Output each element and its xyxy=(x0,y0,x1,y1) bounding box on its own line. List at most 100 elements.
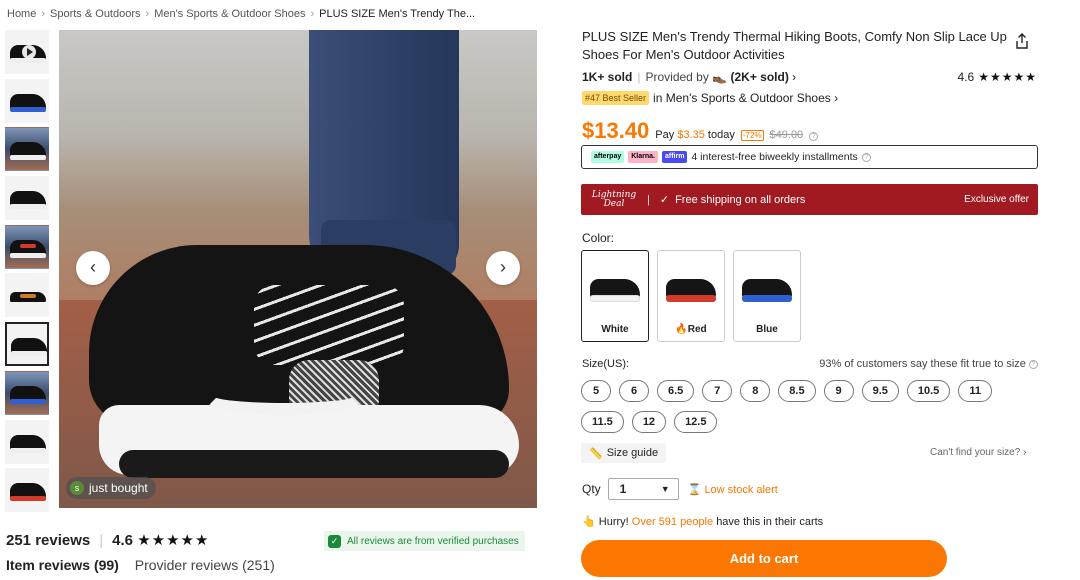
affirm-logo: affirm xyxy=(661,151,688,163)
color-option-white[interactable]: White xyxy=(581,250,649,342)
color-option-blue[interactable]: Blue xyxy=(733,250,801,342)
info-icon[interactable]: ? xyxy=(809,132,819,141)
size-guide-label: Size guide xyxy=(606,447,659,459)
size-guide-button[interactable]: 📏 Size guide xyxy=(581,443,667,463)
verified-text: All reviews are from verified purchases xyxy=(347,535,519,547)
buyer-avatar: s xyxy=(70,481,84,495)
flame-icon: 🔥 xyxy=(675,324,688,335)
size-option[interactable]: 11.5 xyxy=(581,411,624,433)
exclusive-offer-label: Exclusive offer xyxy=(964,194,1029,205)
just-bought-badge: s just bought xyxy=(66,477,156,499)
product-rating-value: 4.6 xyxy=(957,70,975,84)
breadcrumb: Home › Sports & Outdoors › Men's Sports & Ou… xyxy=(7,8,475,20)
next-image-button[interactable]: › xyxy=(486,251,520,285)
thumbnail[interactable] xyxy=(5,273,49,318)
klarna-logo: Klarna. xyxy=(628,151,658,163)
main-product-image[interactable] xyxy=(59,30,537,508)
lightning-deal-banner: Lightning Deal | ✓ Free shipping on all … xyxy=(581,184,1038,215)
installments-banner[interactable]: afterpay Klarna. affirm 4 interest-free … xyxy=(581,145,1038,169)
reviews-rating: 4.6 xyxy=(112,531,134,549)
shield-check-icon: ✓ xyxy=(328,534,341,548)
star-rating-icon: ★★★★★ xyxy=(137,532,210,549)
thumbnail[interactable] xyxy=(5,78,49,123)
thumbnail[interactable] xyxy=(5,419,49,464)
size-label: Size(US): xyxy=(582,358,630,370)
size-option[interactable]: 5 xyxy=(581,380,611,402)
ruler-icon: 📏 xyxy=(589,447,603,460)
tab-item-reviews[interactable]: Item reviews (99) xyxy=(6,557,119,573)
fit-note: 93% of customers say these fit true to s… xyxy=(819,358,1038,370)
thumbnail[interactable] xyxy=(5,224,49,269)
sold-provider-row: 1K+ sold | Provided by 👞 (2K+ sold) › 4.… xyxy=(582,70,1037,84)
sold-count: 1K+ sold xyxy=(582,70,633,84)
best-seller-category: in Men's Sports & Outdoor Shoes › xyxy=(653,91,839,105)
breadcrumb-home[interactable]: Home xyxy=(7,8,36,20)
breadcrumb-category[interactable]: Sports & Outdoors xyxy=(50,8,141,20)
size-option[interactable]: 8 xyxy=(740,380,771,402)
info-icon[interactable]: ? xyxy=(1029,359,1038,369)
star-rating-icon: ★★★★★ xyxy=(978,70,1037,84)
size-option[interactable]: 9 xyxy=(823,380,854,402)
qty-label: Qty xyxy=(582,482,601,496)
product-title: PLUS SIZE Men's Trendy Thermal Hiking Bo… xyxy=(582,29,1007,62)
quantity-row: Qty 1 ▼ ⌛ Low stock alert xyxy=(582,478,778,500)
hurry-notice: 👆 Hurry! Over 591 people have this in th… xyxy=(582,516,824,528)
thumbnail[interactable] xyxy=(5,176,49,221)
provided-by-label: Provided by xyxy=(645,70,709,84)
add-to-cart-button[interactable]: Add to cart xyxy=(581,540,947,577)
color-option-red[interactable]: 🔥Red xyxy=(657,250,725,342)
original-price: $49.00 xyxy=(769,129,804,141)
hand-icon: 👆 xyxy=(582,516,596,528)
chevron-down-icon: ▼ xyxy=(660,484,670,494)
free-shipping-text: Free shipping on all orders xyxy=(675,193,806,206)
size-header: Size(US): 93% of customers say these fit… xyxy=(582,358,1038,370)
size-option[interactable]: 6 xyxy=(619,380,649,402)
size-option[interactable]: 7 xyxy=(702,380,733,402)
cant-find-size-link[interactable]: Can't find your size? › xyxy=(930,447,1026,458)
size-options: 5 6 6.5 7 8 8.5 9 9.5 10.5 11 11.5 12 12… xyxy=(581,380,1041,433)
lightning-deal-logo: Lightning Deal xyxy=(591,189,637,209)
breadcrumb-current: PLUS SIZE Men's Trendy The... xyxy=(319,8,476,20)
best-seller-badge: #47 Best Seller xyxy=(582,91,650,105)
thumbnail[interactable] xyxy=(5,468,49,513)
color-option-label: White xyxy=(601,324,629,335)
color-option-label: Blue xyxy=(756,324,778,335)
just-bought-label: just bought xyxy=(89,481,148,495)
price-row: $13.40 Pay $3.35 today -72% $49.00 ? xyxy=(582,118,819,144)
tab-provider-reviews[interactable]: Provider reviews (251) xyxy=(135,557,275,573)
quantity-select[interactable]: 1 ▼ xyxy=(607,478,679,500)
current-price: $13.40 xyxy=(582,118,650,143)
product-rating[interactable]: 4.6 ★★★★★ xyxy=(958,70,1037,84)
thumbnail-video[interactable] xyxy=(5,30,49,74)
size-option[interactable]: 11 xyxy=(958,380,992,402)
thumbnail-strip xyxy=(5,30,51,517)
size-option[interactable]: 12.5 xyxy=(674,411,718,433)
review-tabs: Item reviews (99) Provider reviews (251) xyxy=(6,557,275,573)
breadcrumb-separator: › xyxy=(41,8,46,20)
thumbnail[interactable] xyxy=(5,370,49,415)
breadcrumb-separator: › xyxy=(310,8,315,20)
color-swatches: White 🔥Red Blue xyxy=(581,250,801,342)
color-label: Color: xyxy=(582,231,615,245)
provider-logo-icon: 👞 xyxy=(712,70,728,84)
provider-sold[interactable]: (2K+ sold) xyxy=(731,70,789,84)
color-option-label: Red xyxy=(687,324,707,335)
thumbnail-selected[interactable] xyxy=(5,322,49,367)
reviews-count[interactable]: 251 reviews xyxy=(6,532,90,549)
installments-text: 4 interest-free biweekly installments xyxy=(691,151,858,163)
share-icon[interactable] xyxy=(1014,33,1030,49)
best-seller-row[interactable]: #47 Best Seller in Men's Sports & Outdoo… xyxy=(582,91,838,105)
breadcrumb-separator: › xyxy=(145,8,150,20)
low-stock-alert: ⌛ Low stock alert xyxy=(687,483,778,496)
size-option[interactable]: 6.5 xyxy=(657,380,695,402)
reviews-summary: 251 reviews | 4.6 ★★★★★ xyxy=(6,531,210,550)
discount-badge: -72% xyxy=(740,130,764,141)
size-option[interactable]: 10.5 xyxy=(906,380,951,402)
breadcrumb-subcategory[interactable]: Men's Sports & Outdoor Shoes xyxy=(154,8,305,20)
thumbnail[interactable] xyxy=(5,127,49,172)
size-option[interactable]: 8.5 xyxy=(778,380,816,402)
size-option[interactable]: 9.5 xyxy=(861,380,899,402)
size-option[interactable]: 12 xyxy=(631,411,667,433)
info-icon[interactable]: ? xyxy=(861,152,871,162)
previous-image-button[interactable]: ‹ xyxy=(76,251,110,285)
